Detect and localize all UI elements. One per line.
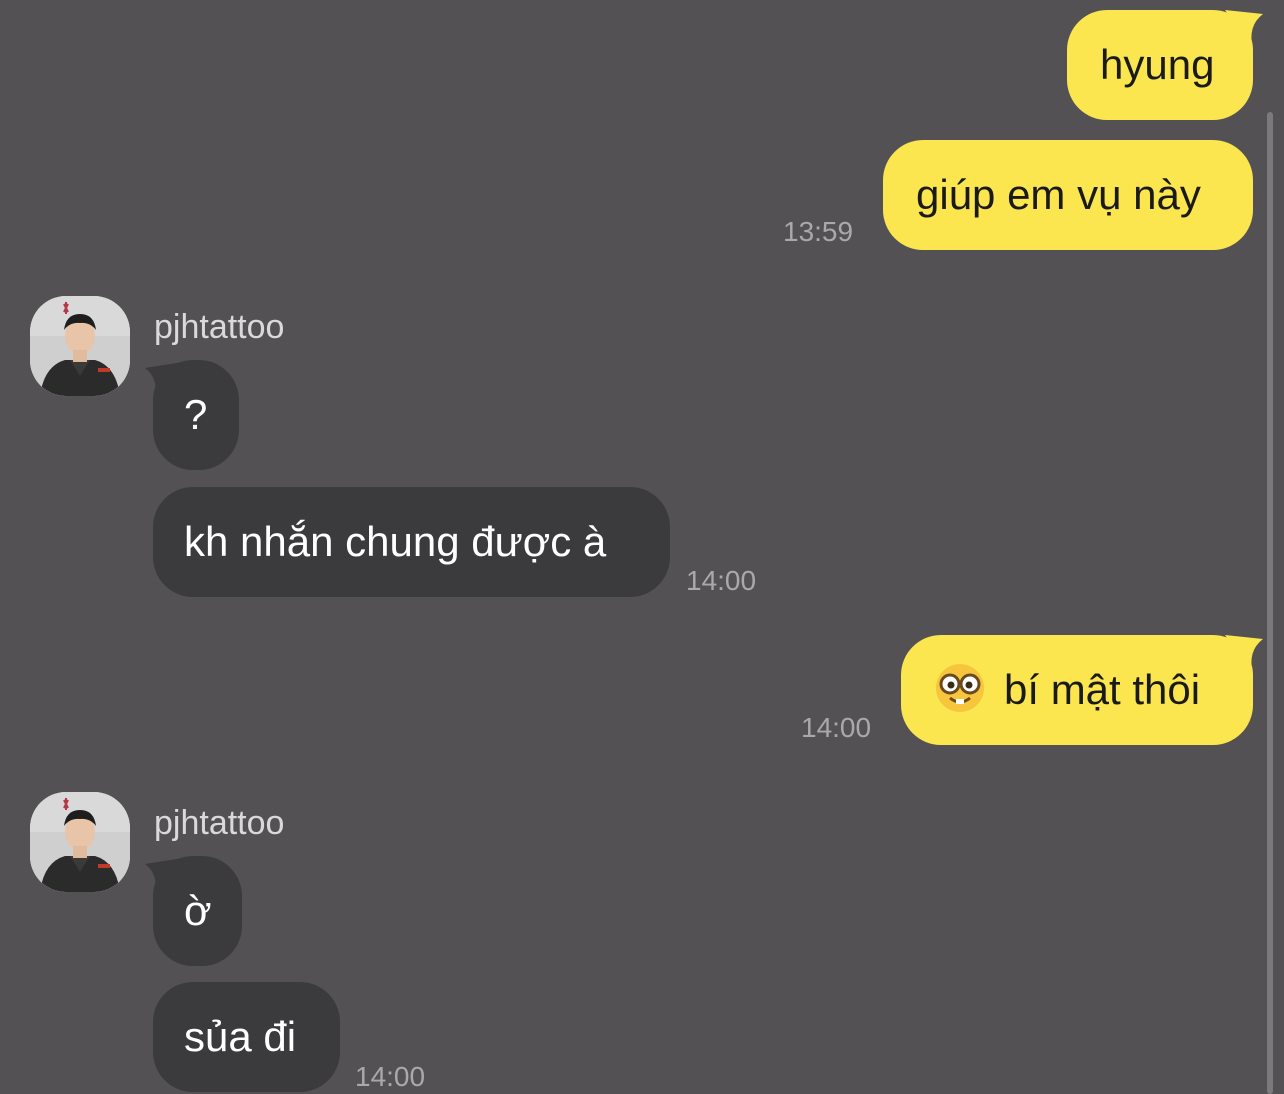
message-text: bí mật thôi [1004, 666, 1201, 713]
bubble-tail [1225, 10, 1263, 50]
bubble-tail [1225, 635, 1263, 675]
message-text: sủa đi [184, 1013, 297, 1060]
message-timestamp: 13:59 [783, 216, 854, 247]
scrollbar[interactable] [1267, 112, 1273, 1094]
my-message-bubble[interactable]: giúp em vụ này [883, 140, 1253, 250]
their-message-bubble[interactable]: sủa đi [153, 982, 340, 1092]
message-timestamp: 14:00 [801, 712, 872, 743]
avatar[interactable] [30, 792, 130, 892]
their-message-bubble[interactable]: ? [153, 360, 239, 470]
message-text: giúp em vụ này [916, 171, 1201, 218]
nerd-face-emoji-icon [936, 664, 984, 712]
message-timestamp: 14:00 [686, 565, 757, 596]
message-timestamp: 14:00 [355, 1061, 426, 1092]
message-text: ? [184, 391, 208, 438]
avatar-photo-icon [30, 792, 130, 892]
message-text: ờ [184, 887, 212, 934]
avatar-photo-icon [30, 296, 130, 396]
their-message-bubble[interactable]: ờ [153, 856, 242, 966]
my-message-bubble[interactable]: bí mật thôi [901, 635, 1253, 745]
chat-area: hyung giúp em vụ này 13:59 pjhtattoo ? k… [0, 0, 1284, 1094]
message-text: hyung [1100, 41, 1215, 88]
sender-name: pjhtattoo [154, 308, 285, 346]
sender-name: pjhtattoo [154, 804, 285, 842]
message-text: kh nhắn chung được à [184, 518, 607, 565]
their-message-bubble[interactable]: kh nhắn chung được à [153, 487, 670, 597]
avatar[interactable] [30, 296, 130, 396]
